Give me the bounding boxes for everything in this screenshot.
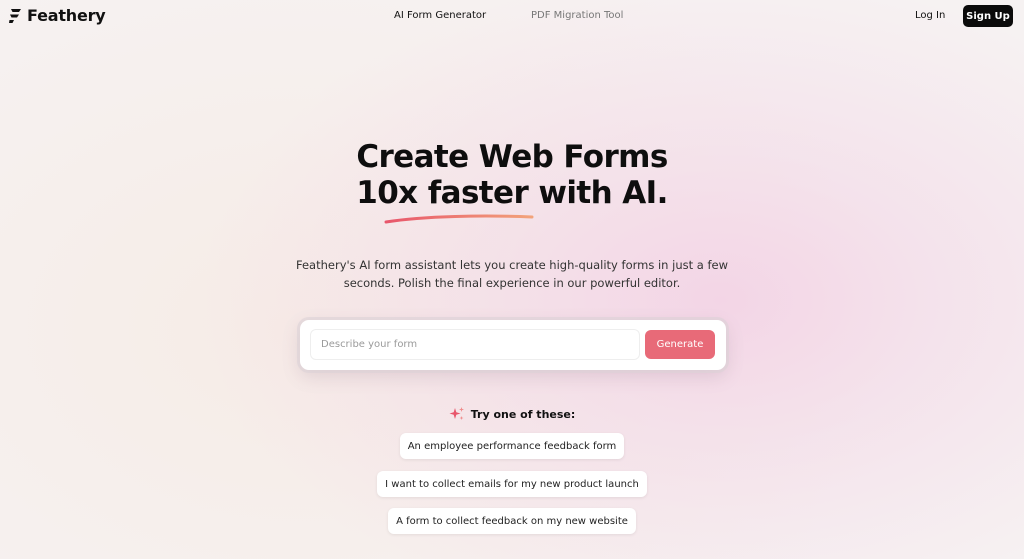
suggestion-chip[interactable]: An employee performance feedback form bbox=[399, 433, 625, 459]
suggestion-row: A form to collect feedback on my new web… bbox=[0, 508, 1024, 534]
login-link[interactable]: Log In bbox=[915, 10, 945, 21]
suggestion-chip[interactable]: A form to collect feedback on my new web… bbox=[388, 508, 636, 534]
suggestions-heading-text: Try one of these: bbox=[470, 407, 576, 421]
generate-button[interactable]: Generate bbox=[645, 330, 715, 359]
suggestion-chip[interactable]: I want to collect emails for my new prod… bbox=[377, 471, 647, 497]
feather-logo-icon bbox=[9, 8, 21, 23]
brand-name: Feathery bbox=[27, 6, 106, 25]
form-prompt-card: Generate bbox=[300, 320, 726, 370]
top-nav: Feathery AI Form Generator PDF Migration… bbox=[0, 0, 1024, 34]
nav-pdf-migration-tool[interactable]: PDF Migration Tool bbox=[531, 10, 623, 21]
hero-subtitle-line-2: seconds. Polish the final experience in … bbox=[343, 276, 681, 290]
hero-title-line-2: 10x faster with AI. bbox=[356, 175, 668, 211]
title-underline-decoration bbox=[384, 214, 534, 224]
nav-ai-form-generator[interactable]: AI Form Generator bbox=[394, 10, 486, 21]
hero-title: Create Web Forms 10x faster with AI. bbox=[0, 139, 1024, 211]
suggestion-row: An employee performance feedback form bbox=[0, 433, 1024, 459]
hero-subtitle-line-1: Feathery's AI form assistant lets you cr… bbox=[296, 258, 728, 272]
suggestions-heading: Try one of these: bbox=[0, 406, 1024, 422]
suggestion-row: I want to collect emails for my new prod… bbox=[0, 471, 1024, 497]
brand-logo[interactable]: Feathery bbox=[9, 6, 106, 25]
signup-button[interactable]: Sign Up bbox=[963, 5, 1013, 27]
sparkle-icon bbox=[449, 407, 464, 420]
describe-form-input[interactable] bbox=[310, 329, 640, 360]
hero-title-line-1: Create Web Forms bbox=[356, 139, 668, 175]
hero-subtitle: Feathery's AI form assistant lets you cr… bbox=[0, 256, 1024, 292]
